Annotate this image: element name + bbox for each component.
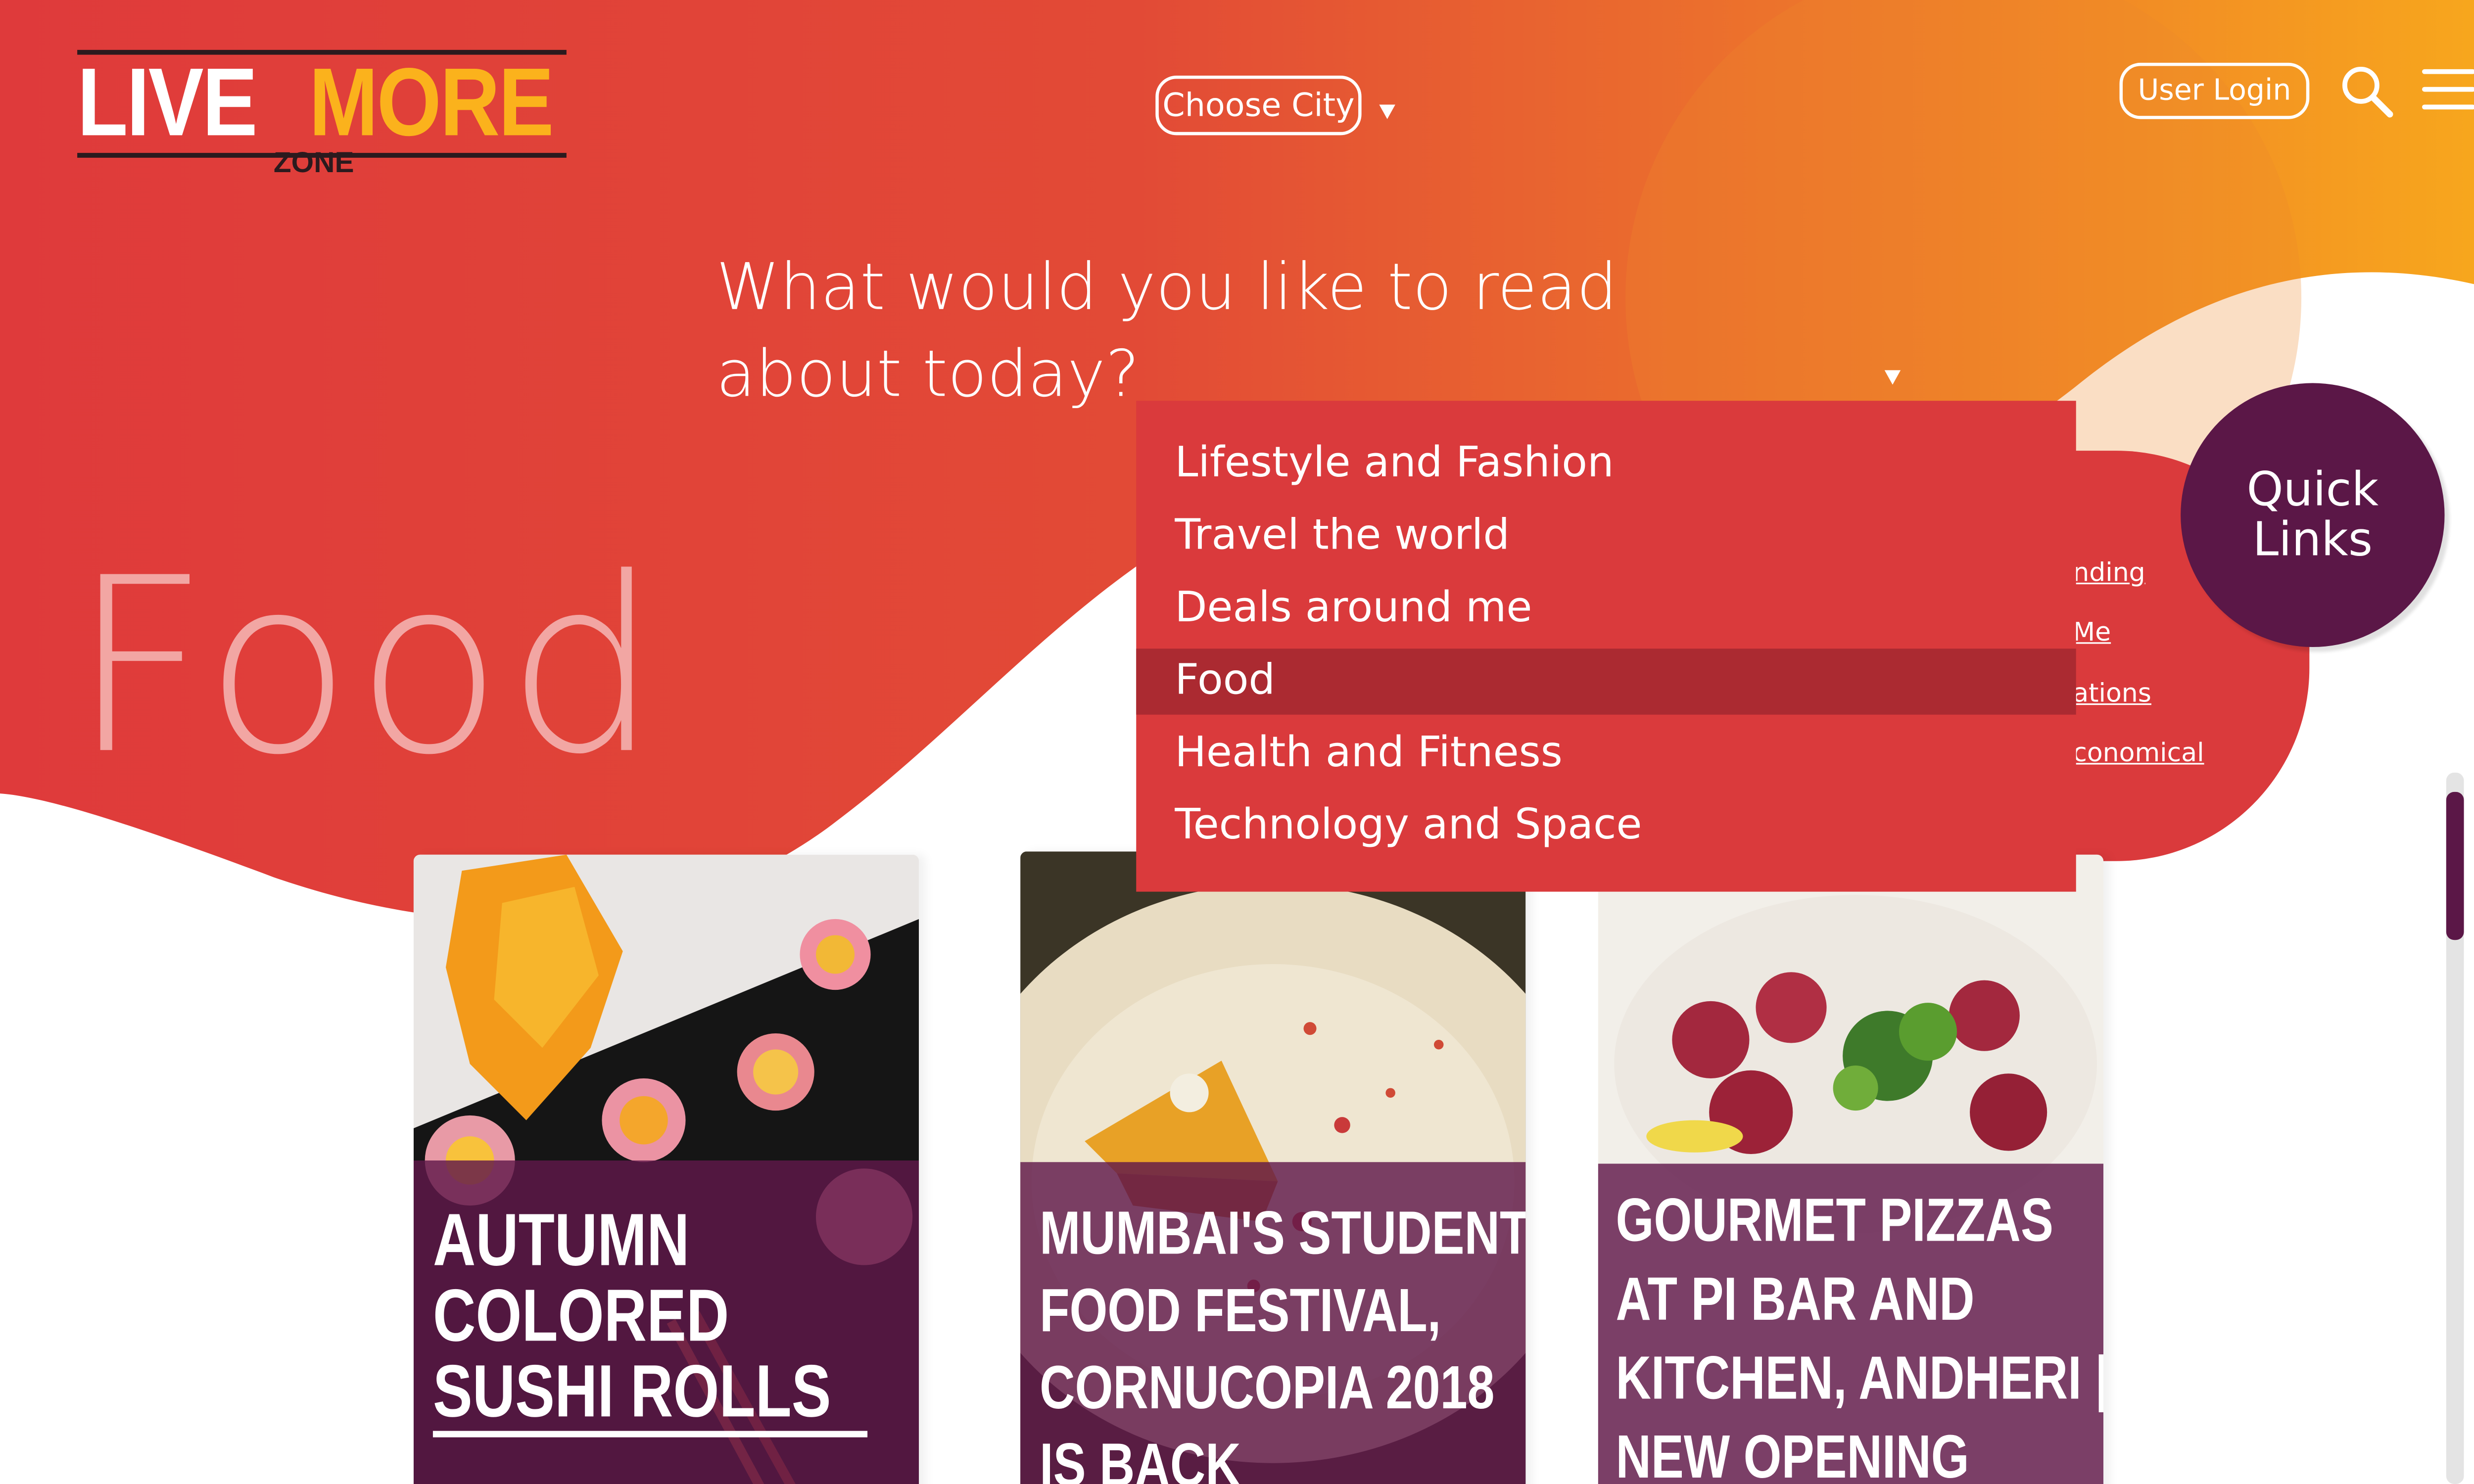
- card-title-line: SUSHI ROLLS: [432, 1348, 831, 1433]
- card-title-line: CORNUCOPIA 2018: [1040, 1355, 1495, 1423]
- card-title-line: FOOD FESTIVAL,: [1040, 1278, 1441, 1346]
- page-scrollbar[interactable]: [2446, 772, 2464, 1484]
- page: LIVE MORE ZONE Choose City User Login Wh…: [0, 0, 2474, 1484]
- card-title-line: AT PI BAR AND: [1616, 1266, 1975, 1335]
- choose-city-button[interactable]: Choose City: [1155, 75, 1362, 136]
- card-title-underline: [432, 1431, 868, 1438]
- card-title-line: NEW OPENING: [1616, 1424, 1969, 1484]
- city-dropdown-arrow-icon[interactable]: [1379, 104, 1395, 119]
- article-card[interactable]: AUTUMN COLORED SUSHI ROLLS: [413, 854, 919, 1484]
- quick-links-title-line-1: Quick: [2246, 462, 2379, 517]
- dropdown-option-health-fitness[interactable]: Health and Fitness: [1136, 721, 2076, 787]
- logo-word-live: LIVE: [77, 48, 258, 156]
- quick-link-item[interactable]: Me: [2073, 616, 2111, 649]
- category-question: What would you like to read about today?: [716, 245, 1682, 418]
- card-title-line: IS BACK: [1040, 1432, 1241, 1484]
- card-title-line: KITCHEN, ANDHERI |: [1616, 1345, 2104, 1413]
- quick-link-item[interactable]: nding: [2073, 557, 2145, 589]
- category-dropdown-menu: Lifestyle and Fashion Travel the world D…: [1136, 401, 2076, 892]
- site-logo[interactable]: LIVE MORE ZONE: [77, 48, 570, 177]
- article-card[interactable]: MUMBAI'S STUDENT FOOD FESTIVAL, CORNUCOP…: [1020, 851, 1526, 1484]
- quick-links-title-line-2: Links: [2252, 511, 2373, 567]
- question-line-1: What would you like to read: [716, 251, 1618, 325]
- dropdown-option-lifestyle-fashion[interactable]: Lifestyle and Fashion: [1136, 431, 2076, 497]
- card-title-line: GOURMET PIZZAS: [1616, 1188, 2053, 1255]
- dropdown-option-food[interactable]: Food: [1136, 649, 2076, 715]
- scrollbar-thumb[interactable]: [2446, 791, 2464, 940]
- dropdown-option-travel[interactable]: Travel the world: [1136, 504, 2076, 569]
- card-title-line: COLORED: [432, 1273, 729, 1357]
- logo-word-zone: ZONE: [273, 146, 354, 179]
- quick-link-item[interactable]: conomical: [2073, 737, 2204, 769]
- dropdown-option-deals[interactable]: Deals around me: [1136, 576, 2076, 642]
- card-title-line: AUTUMN: [432, 1197, 690, 1282]
- category-title: Food: [71, 528, 663, 808]
- logo-word-more: MORE: [309, 48, 554, 156]
- article-card[interactable]: GOURMET PIZZAS AT PI BAR AND KITCHEN, AN…: [1598, 854, 2104, 1484]
- card-title-line: MUMBAI'S STUDENT: [1040, 1201, 1526, 1268]
- dropdown-option-technology-space[interactable]: Technology and Space: [1136, 793, 2076, 859]
- quick-link-item[interactable]: ations: [2073, 678, 2151, 710]
- user-login-button[interactable]: User Login: [2119, 62, 2310, 119]
- search-icon[interactable]: [2340, 64, 2395, 119]
- quick-links-button[interactable]: Quick Links: [2181, 383, 2445, 648]
- hamburger-menu-icon[interactable]: [2422, 69, 2474, 111]
- category-dropdown-arrow-icon[interactable]: [1884, 370, 1901, 385]
